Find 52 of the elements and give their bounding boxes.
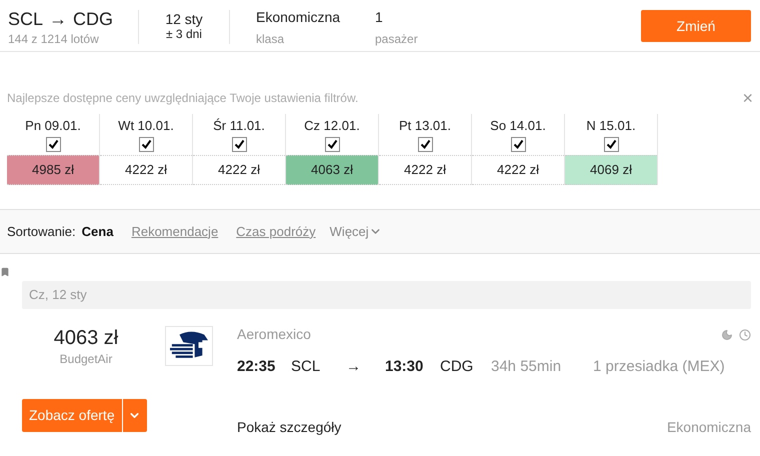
sort-option[interactable]: Cena	[82, 222, 114, 242]
details-link[interactable]: Pokaż szczegóły	[237, 416, 342, 438]
origin-code: SCL	[8, 8, 44, 30]
arrival-time: 13:30	[385, 357, 424, 377]
day-price[interactable]: 4222 zł	[100, 155, 192, 185]
date-value: 12 sty	[165, 11, 203, 27]
day-checkbox[interactable]	[604, 137, 618, 152]
day-label: Wt 10.01.	[117, 118, 175, 134]
day-price[interactable]: 4985 zł	[7, 155, 99, 185]
offer-options-button[interactable]	[122, 398, 147, 432]
result-cabin: Ekonomiczna	[666, 418, 751, 436]
day-price[interactable]: 4222 zł	[472, 155, 564, 185]
day-price[interactable]: 4063 zł	[286, 155, 378, 185]
clock-icon	[739, 328, 751, 340]
bookmark-icon[interactable]	[0, 267, 10, 277]
destination-code: CDG	[73, 8, 114, 30]
result-date: Cz, 12 sty	[22, 281, 751, 309]
sort-label: Sortowanie:	[7, 222, 76, 241]
day-checkbox[interactable]	[418, 137, 432, 152]
flight-duration: 34h 55min	[491, 357, 562, 377]
day-checkbox[interactable]	[138, 137, 154, 152]
result-price: 4063 zł	[54, 326, 118, 350]
route-arrow: →	[49, 8, 68, 30]
agent-name: BudgetAir	[60, 351, 112, 368]
moon-icon	[721, 328, 733, 340]
day-label: Cz 12.01.	[303, 118, 361, 134]
passenger-count: 1	[375, 8, 384, 26]
cabin-label: klasa	[256, 31, 286, 48]
day-checkbox[interactable]	[324, 137, 340, 152]
departure-airport: SCL	[291, 357, 322, 377]
day-checkbox[interactable]	[510, 137, 526, 152]
passenger-label: pasażer	[375, 31, 418, 48]
flight-count: 144 z 1214 lotów	[8, 31, 100, 48]
day-label: Pt 13.01.	[398, 118, 452, 134]
day-checkbox[interactable]	[232, 137, 246, 152]
day-price[interactable]: 4069 zł	[565, 155, 657, 185]
day-label: N 15.01.	[585, 118, 637, 134]
cabin-value: Ekonomiczna	[256, 8, 342, 26]
filter-note: Najlepsze dostępne ceny uwzględniające Twoje ustawienia filtrów.	[7, 90, 358, 107]
airline-name: Aeromexico	[237, 325, 311, 344]
day-price[interactable]: 4222 zł	[193, 155, 285, 185]
day-label: Śr 11.01.	[212, 118, 266, 134]
day-label: So 14.01.	[489, 118, 547, 134]
stops-info: 1 przesiadka (MEX)	[593, 357, 725, 377]
date-flex: ± 3 dni	[166, 27, 202, 41]
departure-time: 22:35	[237, 357, 276, 377]
flight-arrow: →	[346, 357, 362, 377]
day-price[interactable]: 4222 zł	[379, 155, 471, 185]
arrival-airport: CDG	[440, 357, 474, 377]
airline-logo	[165, 326, 213, 366]
day-checkbox[interactable]	[46, 137, 60, 152]
day-label: Pn 09.01.	[24, 118, 82, 134]
